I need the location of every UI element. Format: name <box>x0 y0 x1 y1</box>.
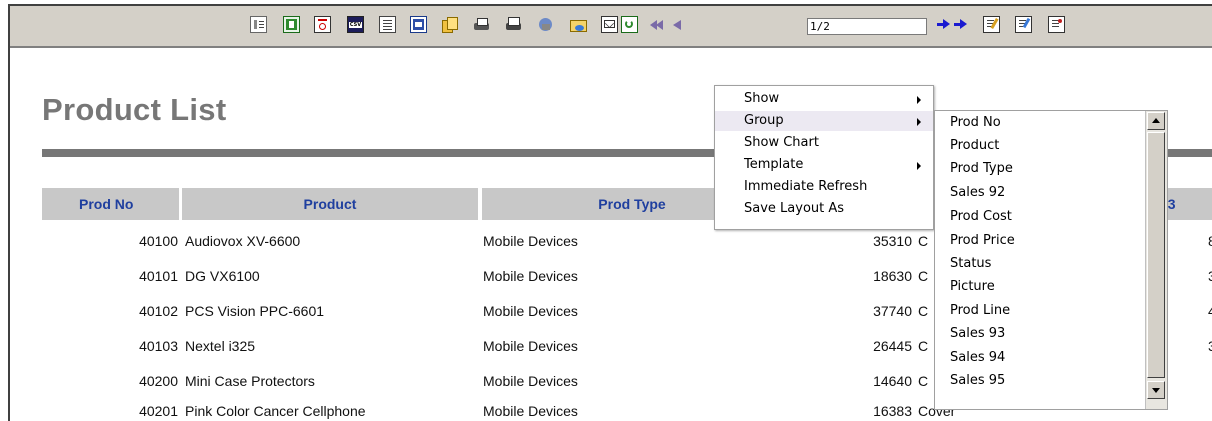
cell-prod-no: 40201 <box>139 403 178 419</box>
submenu-arrow-icon <box>917 162 921 170</box>
scroll-down-button[interactable] <box>1147 381 1165 399</box>
export-pdf-icon[interactable] <box>314 16 331 33</box>
first-page-icon[interactable] <box>650 16 667 33</box>
print-setup-icon[interactable] <box>505 16 522 33</box>
page-number-input[interactable]: 1/2 <box>807 18 927 35</box>
cell-prod-no: 40100 <box>139 233 178 249</box>
submenu-scrollbar[interactable] <box>1145 111 1167 409</box>
submenu-arrow-icon <box>917 96 921 104</box>
column-header-prod-no[interactable]: Prod No <box>42 188 179 220</box>
export-text-icon[interactable] <box>379 16 396 33</box>
scroll-up-button[interactable] <box>1147 112 1165 130</box>
submenu-item-product[interactable]: Product <box>950 135 999 157</box>
last-page-icon[interactable] <box>954 16 971 33</box>
cell-product: Pink Color Cancer Cellphone <box>185 403 366 419</box>
column-header-product[interactable]: Product <box>182 188 478 220</box>
print-icon[interactable] <box>473 16 490 33</box>
cell-product: PCS Vision PPC-6601 <box>185 303 325 319</box>
toggle-sidebar-icon[interactable] <box>250 16 267 33</box>
scroll-thumb[interactable] <box>1147 132 1165 378</box>
menu-item-show-chart[interactable]: Show Chart <box>715 133 933 153</box>
submenu-item-prod-no[interactable]: Prod No <box>950 112 1001 134</box>
cell-product: Nextel i325 <box>185 338 256 354</box>
cell-edge: 8 <box>1208 231 1212 251</box>
submenu-item-picture[interactable]: Picture <box>950 276 995 298</box>
open-folder-icon[interactable] <box>569 16 587 33</box>
cell-prod-no: 40200 <box>139 373 178 389</box>
cell-edge: 3 <box>1208 266 1212 286</box>
schedule-icon[interactable] <box>537 16 554 33</box>
menu-item-group[interactable]: Group <box>715 111 933 131</box>
cell-product: Audiovox XV-6600 <box>185 233 301 249</box>
cell-prod-type: Mobile Devices <box>483 338 578 354</box>
menu-item-immediate-refresh[interactable]: Immediate Refresh <box>715 177 933 197</box>
export-word-icon[interactable] <box>410 16 427 33</box>
cell-edge: 3 <box>1208 336 1212 356</box>
menu-item-label: Group <box>744 113 784 128</box>
cell-next: C <box>918 233 929 249</box>
cell-prod-type: Mobile Devices <box>483 303 578 319</box>
submenu-arrow-icon <box>917 118 921 126</box>
report-title: Product List <box>42 92 227 127</box>
menu-item-show[interactable]: Show <box>715 89 933 109</box>
submenu-item-prod-cost[interactable]: Prod Cost <box>950 206 1012 228</box>
submenu-item-sales-95[interactable]: Sales 95 <box>950 370 1005 392</box>
submenu-item-prod-type[interactable]: Prod Type <box>950 158 1013 180</box>
cell-next: C <box>918 268 929 284</box>
submenu-item-prod-line[interactable]: Prod Line <box>950 300 1010 322</box>
cell-prod-type: Mobile Devices <box>483 403 578 419</box>
menu-item-template[interactable]: Template <box>715 155 933 175</box>
submenu-item-sales-94[interactable]: Sales 94 <box>950 347 1005 369</box>
cell-value: 26445 <box>873 338 912 354</box>
menu-item-label: Save Layout As <box>744 201 845 216</box>
cell-value: 18630 <box>873 268 912 284</box>
edit-report-icon[interactable] <box>983 16 1000 33</box>
cell-prod-no: 40102 <box>139 303 178 319</box>
cell-prod-no: 40103 <box>139 338 178 354</box>
export-multi-icon[interactable] <box>441 16 458 33</box>
cell-value: 14640 <box>873 373 912 389</box>
submenu-item-status[interactable]: Status <box>950 253 991 275</box>
group-submenu: Prod No Product Prod Type Sales 92 Prod … <box>934 110 1168 410</box>
email-icon[interactable] <box>601 16 618 33</box>
menu-item-label: Template <box>744 157 804 172</box>
report-viewer: CSV 1/2 Product List Prod No Product Pro… <box>8 4 1212 421</box>
cell-value: 37740 <box>873 303 912 319</box>
cell-prod-no: 40101 <box>139 268 178 284</box>
cell-next: C <box>918 338 929 354</box>
context-menu: Show Group Show Chart Template Immediate… <box>714 85 934 230</box>
menu-item-label: Immediate Refresh <box>744 179 868 194</box>
previous-page-icon[interactable] <box>670 16 687 33</box>
export-excel-icon[interactable] <box>283 16 300 33</box>
next-page-icon[interactable] <box>937 16 954 33</box>
edit-query-icon[interactable] <box>1048 16 1065 33</box>
cell-prod-type: Mobile Devices <box>483 233 578 249</box>
submenu-item-sales-92[interactable]: Sales 92 <box>950 182 1005 204</box>
cell-value: 16383 <box>873 403 912 419</box>
cell-edge: 4 <box>1208 301 1212 321</box>
refresh-icon[interactable] <box>621 16 638 33</box>
cell-product: Mini Case Protectors <box>185 373 315 389</box>
cell-product: DG VX6100 <box>185 268 260 284</box>
cell-next: C <box>918 303 929 319</box>
toolbar: CSV 1/2 <box>10 6 1212 48</box>
menu-item-label: Show Chart <box>744 135 819 150</box>
export-csv-icon[interactable]: CSV <box>347 16 364 33</box>
submenu-item-prod-price[interactable]: Prod Price <box>950 230 1015 252</box>
submenu-item-sales-93[interactable]: Sales 93 <box>950 323 1005 345</box>
menu-item-label: Show <box>744 91 780 106</box>
edit-layout-icon[interactable] <box>1015 16 1032 33</box>
cell-prod-type: Mobile Devices <box>483 268 578 284</box>
cell-prod-type: Mobile Devices <box>483 373 578 389</box>
menu-item-save-layout-as[interactable]: Save Layout As <box>715 199 933 219</box>
cell-value: 35310 <box>873 233 912 249</box>
cell-next: C <box>918 373 929 389</box>
